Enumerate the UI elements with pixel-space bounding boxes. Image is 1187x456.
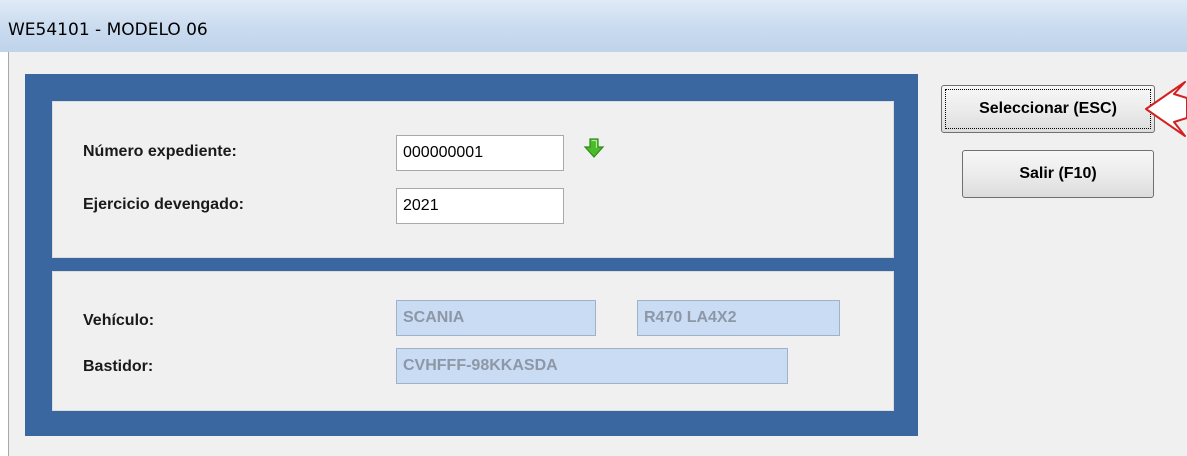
ejercicio-devengado-input[interactable]: 2021: [396, 188, 564, 224]
numero-expediente-input[interactable]: 000000001: [396, 135, 564, 171]
lookup-down-arrow-icon[interactable]: [583, 137, 605, 159]
focus-ring: [945, 89, 1151, 129]
vehiculo-modelo-field: R470 LA4X2: [637, 300, 840, 336]
bastidor-label: Bastidor:: [83, 358, 154, 375]
red-pointer-arrow-icon: [1145, 81, 1187, 137]
vehiculo-marca-field: SCANIA: [396, 300, 596, 336]
ejercicio-devengado-label: Ejercicio devengado:: [83, 196, 244, 213]
expediente-panel: [52, 101, 894, 258]
vehiculo-panel: [52, 271, 894, 411]
vehiculo-label: Vehículo:: [83, 312, 155, 329]
numero-expediente-label: Número expediente:: [83, 143, 237, 160]
seleccionar-button[interactable]: Seleccionar (ESC): [941, 85, 1155, 133]
window-title: WE54101 - MODELO 06: [8, 20, 208, 40]
salir-button[interactable]: Salir (F10): [962, 150, 1154, 198]
title-bar: WE54101 - MODELO 06: [0, 0, 1187, 52]
bastidor-field: CVHFFF-98KKASDA: [396, 348, 788, 384]
salir-button-label: Salir (F10): [1019, 165, 1097, 182]
